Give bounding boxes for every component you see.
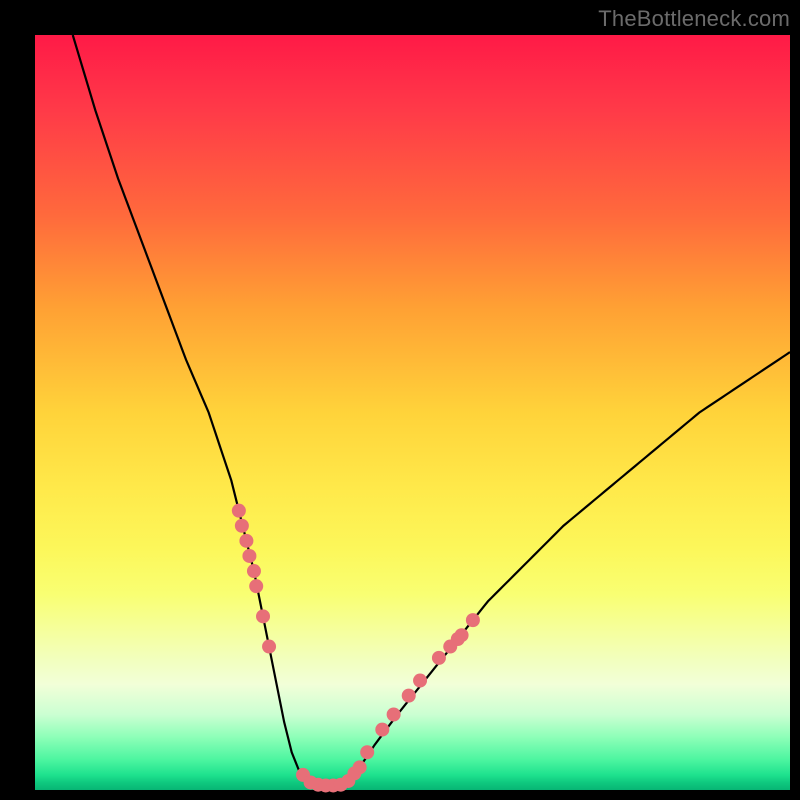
curve-marker <box>360 745 374 759</box>
curve-marker <box>247 564 261 578</box>
watermark-text: TheBottleneck.com <box>598 6 790 32</box>
curve-marker <box>432 651 446 665</box>
curve-marker <box>232 504 246 518</box>
curve-marker <box>466 613 480 627</box>
curve-marker <box>402 689 416 703</box>
curve-marker <box>239 534 253 548</box>
curve-marker <box>256 609 270 623</box>
curve-marker <box>242 549 256 563</box>
curve-marker <box>375 723 389 737</box>
curve-marker <box>235 519 249 533</box>
curve-marker <box>249 579 263 593</box>
curve-marker <box>455 628 469 642</box>
plot-area <box>35 35 790 790</box>
curve-marker <box>413 674 427 688</box>
curve-markers <box>232 504 480 793</box>
curve-marker <box>353 760 367 774</box>
chart-svg <box>35 35 790 790</box>
curve-marker <box>387 708 401 722</box>
chart-frame: TheBottleneck.com <box>0 0 800 800</box>
curve-marker <box>262 640 276 654</box>
bottleneck-curve <box>73 35 790 785</box>
